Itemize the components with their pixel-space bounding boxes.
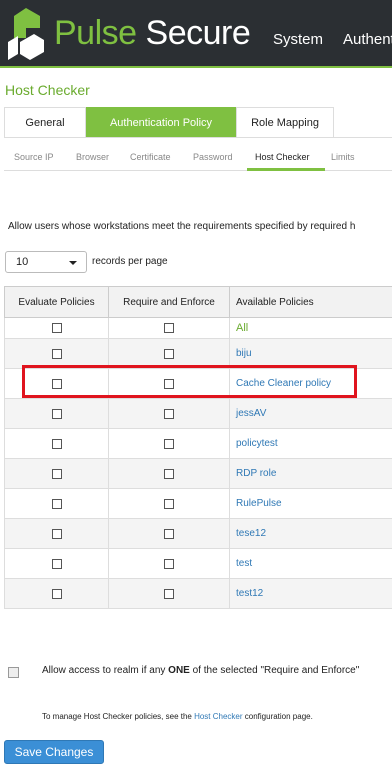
table-row: RulePulse <box>4 488 392 519</box>
header-require-enforce: Require and Enforce <box>108 286 230 318</box>
tab-role-mapping[interactable]: Role Mapping <box>236 107 334 137</box>
top-banner: Pulse Secure System Authenti <box>0 0 392 68</box>
table-row: policytest <box>4 428 392 459</box>
policies-table: Evaluate Policies Require and Enforce Av… <box>4 286 392 609</box>
records-value: 10 <box>16 256 29 268</box>
evaluate-checkbox[interactable] <box>51 468 62 479</box>
subtab-certificate[interactable]: Certificate <box>130 152 171 162</box>
policy-link[interactable]: RulePulse <box>229 488 392 519</box>
header-evaluate-policies: Evaluate Policies <box>4 286 109 318</box>
highlight-box <box>22 365 357 398</box>
policy-link[interactable]: tese12 <box>229 518 392 549</box>
manage-pre: To manage Host Checker policies, see the <box>42 712 195 721</box>
table-row: jessAV <box>4 398 392 429</box>
enforce-checkbox[interactable] <box>164 468 174 479</box>
subtab-source-ip[interactable]: Source IP <box>14 152 54 162</box>
nav-authentication[interactable]: Authenti <box>343 31 392 48</box>
tab-general[interactable]: General <box>4 107 86 137</box>
allow-access-post: of the selected "Require and Enforce" <box>189 665 360 676</box>
policy-link[interactable]: RDP role <box>229 458 392 489</box>
save-changes-button[interactable]: Save Changes <box>4 740 104 764</box>
intro-text: Allow users whose workstations meet the … <box>8 221 356 232</box>
subtab-browser[interactable]: Browser <box>76 152 109 162</box>
brand-name: Pulse Secure <box>54 14 251 53</box>
enforce-checkbox[interactable] <box>164 498 174 509</box>
policy-link[interactable]: test <box>229 548 392 579</box>
evaluate-checkbox[interactable] <box>51 438 62 449</box>
page-title: Host Checker <box>5 82 90 98</box>
evaluate-checkbox[interactable] <box>51 323 62 334</box>
pulse-secure-logo-icon <box>8 8 44 60</box>
evaluate-checkbox[interactable] <box>51 588 62 599</box>
allow-access-label: Allow access to realm if any ONE of the … <box>42 665 359 676</box>
header-available-policies: Available Policies <box>229 286 392 318</box>
policy-link[interactable]: test12 <box>229 578 392 609</box>
enforce-checkbox[interactable] <box>164 528 174 539</box>
records-per-page-select[interactable]: 10 <box>5 251 87 273</box>
table-row: test12 <box>4 578 392 609</box>
enforce-checkbox[interactable] <box>164 558 174 569</box>
allow-access-checkbox[interactable] <box>8 667 19 678</box>
enforce-checkbox[interactable] <box>164 438 174 449</box>
nav-system[interactable]: System <box>273 31 323 48</box>
sub-tabs: Source IP Browser Certificate Password H… <box>4 148 392 171</box>
manage-note: To manage Host Checker policies, see the… <box>42 712 313 721</box>
main-tabs: General Authentication Policy Role Mappi… <box>4 107 392 138</box>
tab-authentication-policy[interactable]: Authentication Policy <box>86 107 236 137</box>
table-row: tese12 <box>4 518 392 549</box>
subtab-password[interactable]: Password <box>193 152 233 162</box>
enforce-checkbox[interactable] <box>164 348 174 359</box>
evaluate-checkbox[interactable] <box>51 528 62 539</box>
evaluate-checkbox[interactable] <box>51 408 62 419</box>
manage-post: configuration page. <box>242 712 313 721</box>
active-subtab-indicator <box>247 168 325 171</box>
policy-all: All <box>229 317 392 339</box>
banner-accent-line <box>0 66 392 68</box>
table-header-row: Evaluate Policies Require and Enforce Av… <box>4 286 392 318</box>
enforce-checkbox[interactable] <box>164 323 174 334</box>
host-checker-link[interactable]: Host Checker <box>194 712 242 721</box>
table-row: All <box>4 317 392 339</box>
subtab-limits[interactable]: Limits <box>331 152 355 162</box>
chevron-down-icon <box>69 261 77 265</box>
enforce-checkbox[interactable] <box>164 588 174 599</box>
enforce-checkbox[interactable] <box>164 408 174 419</box>
brand-word-2: Secure <box>145 14 251 52</box>
brand-word-1: Pulse <box>54 14 137 52</box>
table-row: RDP role <box>4 458 392 489</box>
allow-access-bold: ONE <box>168 665 190 676</box>
allow-access-pre: Allow access to realm if any <box>42 665 169 676</box>
evaluate-checkbox[interactable] <box>51 558 62 569</box>
table-row: test <box>4 548 392 579</box>
evaluate-checkbox[interactable] <box>51 498 62 509</box>
subtab-host-checker[interactable]: Host Checker <box>255 152 310 162</box>
evaluate-checkbox[interactable] <box>51 348 62 359</box>
policy-link[interactable]: policytest <box>229 428 392 459</box>
policy-link[interactable]: jessAV <box>229 398 392 429</box>
table-row: biju <box>4 338 392 369</box>
records-per-page-label: records per page <box>92 256 168 267</box>
policy-link[interactable]: biju <box>229 338 392 369</box>
